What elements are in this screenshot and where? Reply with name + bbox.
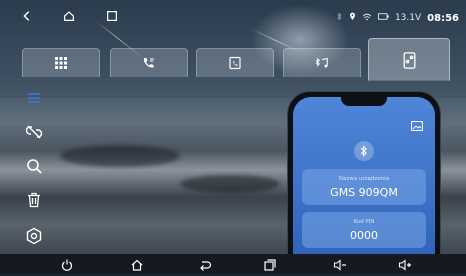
rock-shape	[180, 175, 280, 193]
menu-icon[interactable]	[22, 86, 46, 110]
tab-settings[interactable]	[368, 38, 450, 81]
pin-field[interactable]: Kod PIN 0000	[302, 212, 426, 248]
recents-icon[interactable]	[103, 9, 121, 27]
pin-value: 0000	[350, 229, 378, 242]
navigation-bar	[0, 254, 466, 274]
phone-illustration: Nazwa urządzenia GMS 909QM Kod PIN 0000	[288, 92, 440, 260]
unlink-icon[interactable]	[22, 120, 46, 144]
phonebook-icon	[229, 56, 241, 70]
phone-link-icon	[403, 51, 415, 69]
search-icon[interactable]	[22, 154, 46, 178]
tab-apps[interactable]	[22, 48, 100, 77]
status-indicators: 13.1V 08:56	[336, 11, 459, 25]
device-name-field[interactable]: Nazwa urządzenia GMS 909QM	[302, 169, 426, 205]
settings-icon[interactable]	[22, 224, 46, 248]
tab-call[interactable]	[110, 48, 188, 77]
volume-up-icon[interactable]	[398, 257, 412, 271]
rock-shape	[60, 145, 180, 167]
device-name-label: Nazwa urządzenia	[338, 176, 390, 182]
wifi-icon	[362, 13, 372, 24]
trash-icon[interactable]	[22, 188, 46, 212]
home-icon[interactable]	[60, 9, 78, 27]
recents-icon[interactable]	[263, 257, 277, 271]
image-icon[interactable]	[411, 121, 423, 131]
bluetooth-icon	[360, 145, 367, 157]
bluetooth-music-icon	[315, 57, 328, 68]
bluetooth-icon	[336, 12, 343, 24]
status-bar: 13.1V 08:56	[0, 0, 466, 34]
voltage-label: 13.1V	[394, 13, 422, 23]
bluetooth-badge	[354, 141, 374, 161]
battery-icon	[377, 13, 389, 23]
pin-label: Kod PIN	[353, 219, 375, 225]
back-icon[interactable]	[18, 9, 36, 27]
phone-notch	[341, 97, 387, 106]
clock: 08:56	[427, 12, 459, 24]
device-name-value: GMS 909QM	[330, 186, 398, 199]
volume-down-icon[interactable]	[333, 257, 347, 271]
tab-contacts[interactable]	[196, 48, 274, 77]
back-icon[interactable]	[198, 257, 212, 271]
phone-call-icon	[144, 58, 154, 68]
home-icon[interactable]	[130, 257, 144, 271]
power-icon[interactable]	[60, 257, 74, 271]
grid-icon	[55, 57, 67, 69]
phone-screen: Nazwa urządzenia GMS 909QM Kod PIN 0000	[293, 97, 435, 260]
tab-music[interactable]	[283, 48, 361, 77]
location-icon	[349, 12, 356, 24]
